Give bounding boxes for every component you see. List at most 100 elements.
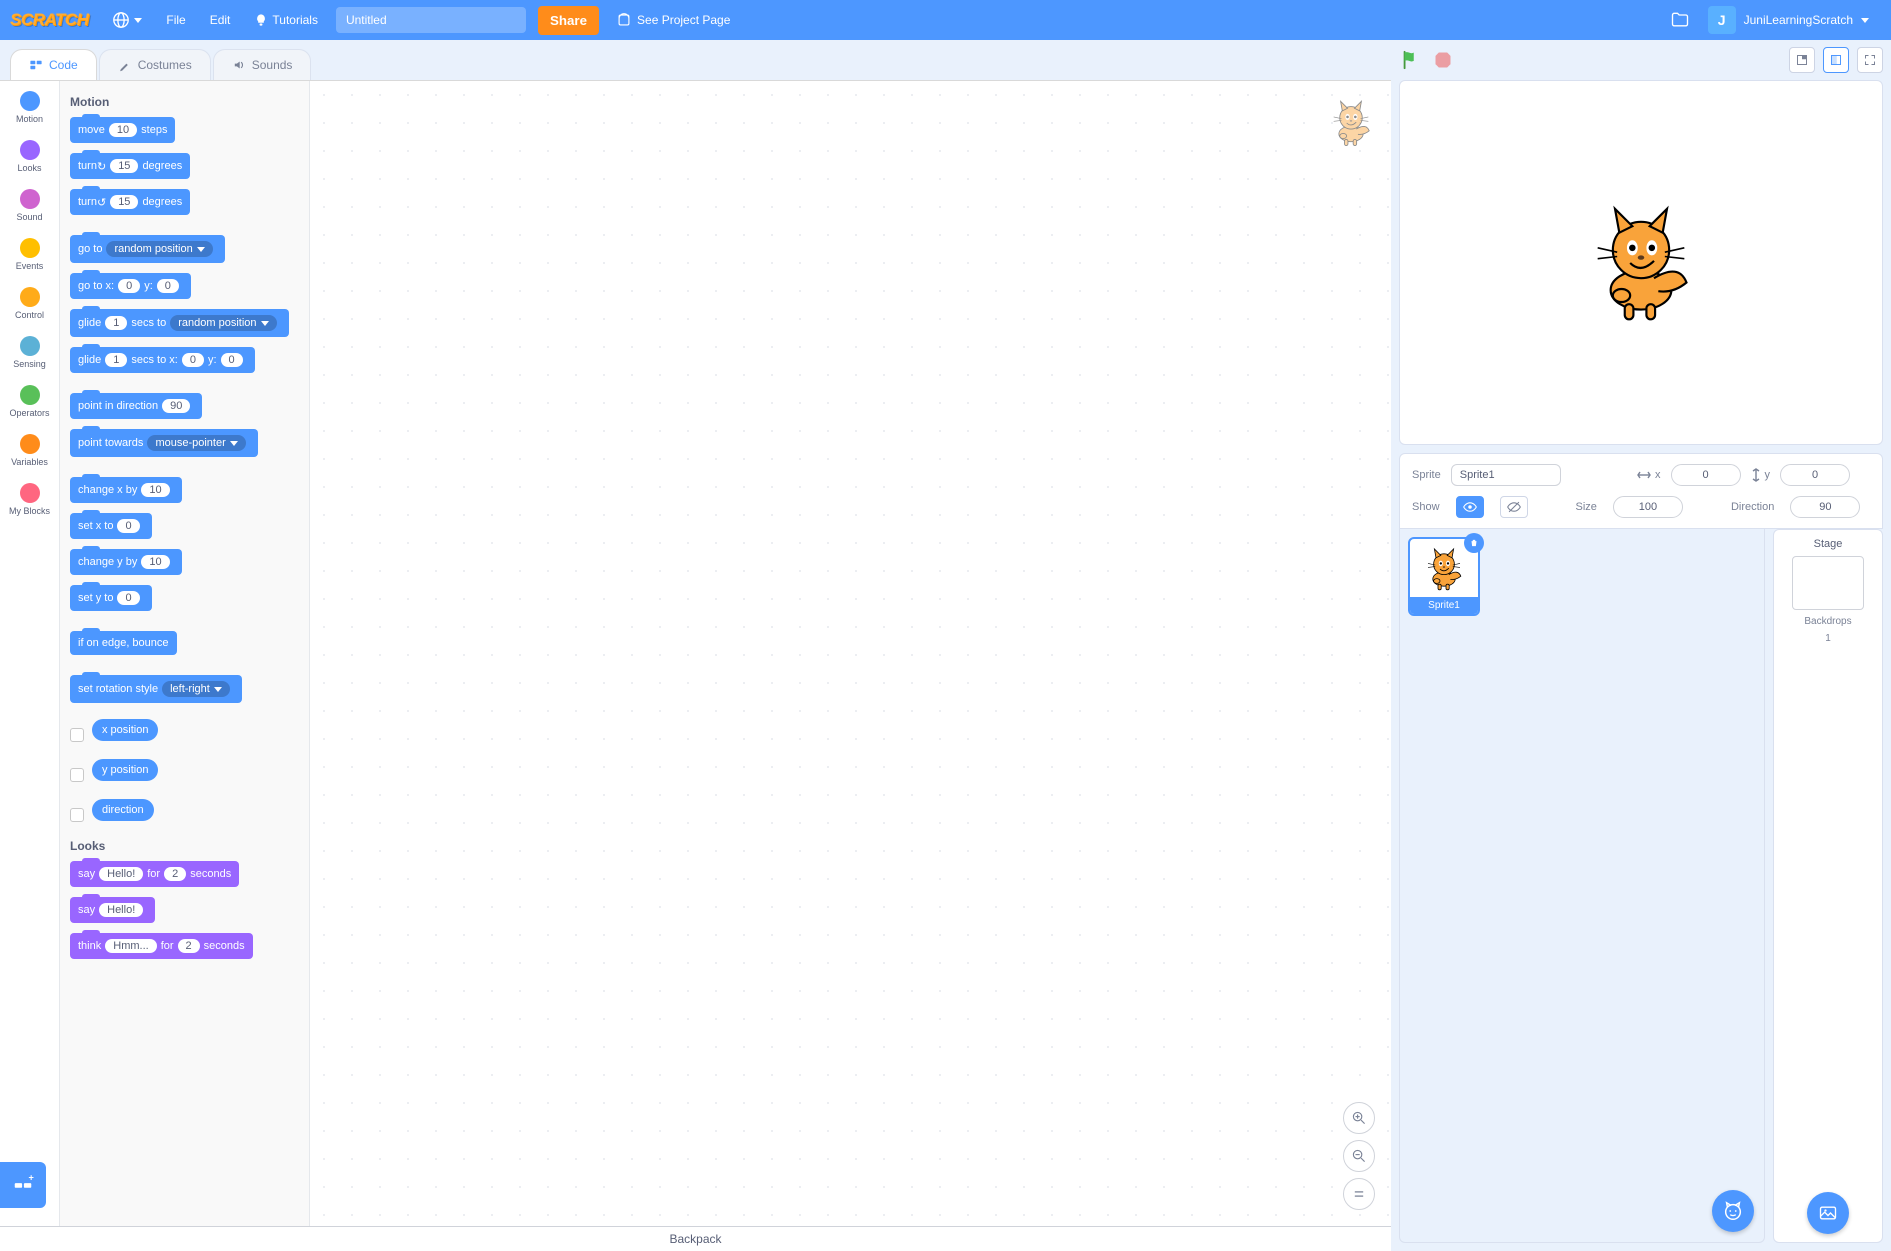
category-operators[interactable]: Operators [0,381,59,422]
category-control[interactable]: Control [0,283,59,324]
block-set-y[interactable]: set y to0 [70,585,152,611]
x-arrow-icon [1637,470,1651,480]
checkbox-ypos[interactable] [70,768,84,782]
scratch-logo[interactable]: SCRATCH [10,10,94,30]
block-set-rotation-style[interactable]: set rotation styleleft-right [70,675,242,703]
block-turn-cw[interactable]: turn ↻ 15degrees [70,153,190,179]
sprite-name-label: Sprite [1412,469,1441,481]
show-sprite-button[interactable] [1456,496,1484,518]
fullscreen-icon [1864,54,1876,66]
script-canvas[interactable] [310,81,1391,1226]
add-sprite-button[interactable] [1712,1190,1754,1232]
backpack-bar[interactable]: Backpack [0,1226,1391,1251]
username: JuniLearningScratch [1744,13,1853,27]
stage-selector[interactable]: Stage Backdrops 1 [1773,529,1883,1243]
zoom-reset-button[interactable] [1343,1178,1375,1210]
stage-sprite-cat[interactable] [1586,198,1696,328]
block-move-steps[interactable]: move10steps [70,117,175,143]
share-button[interactable]: Share [538,6,599,35]
editor-tabs: Code Costumes Sounds [0,40,1391,80]
stage-thumbnail[interactable] [1792,556,1864,610]
block-goto[interactable]: go torandom position [70,235,225,263]
category-sensing[interactable]: Sensing [0,332,59,373]
sprite-thumbnail [1422,545,1466,593]
hide-sprite-button[interactable] [1500,496,1528,518]
fullscreen-button[interactable] [1857,47,1883,73]
category-sound[interactable]: Sound [0,185,59,226]
svg-text:+: + [29,1174,34,1182]
user-avatar: J [1708,6,1736,34]
block-say-secs[interactable]: sayHello!for2seconds [70,861,239,887]
equals-icon [1352,1187,1366,1201]
block-if-edge-bounce[interactable]: if on edge, bounce [70,631,177,655]
block-turn-ccw[interactable]: turn ↺ 15degrees [70,189,190,215]
block-goto-xy[interactable]: go to x:0y:0 [70,273,191,299]
category-events[interactable]: Events [0,234,59,275]
category-dot-icon [20,238,40,258]
block-change-y[interactable]: change y by10 [70,549,182,575]
block-y-position[interactable]: y position [92,759,158,781]
category-looks[interactable]: Looks [0,136,59,177]
category-dot-icon [20,434,40,454]
green-flag-button[interactable] [1399,48,1423,72]
sprite-watermark [1329,97,1373,149]
stop-button[interactable] [1431,48,1455,72]
add-extension-button[interactable]: + [0,1162,46,1208]
category-my-blocks[interactable]: My Blocks [0,479,59,520]
stage-size-large-button[interactable] [1823,47,1849,73]
block-change-x[interactable]: change x by10 [70,477,182,503]
stage-header [1391,40,1891,80]
block-point-direction[interactable]: point in direction90 [70,393,202,419]
sprite-y-input[interactable] [1780,464,1850,486]
image-icon [1818,1203,1838,1223]
block-glide-xy[interactable]: glide1secs to x:0y:0 [70,347,255,373]
language-menu[interactable] [106,7,148,33]
checkbox-direction[interactable] [70,808,84,822]
stage[interactable] [1399,80,1883,445]
project-title-input[interactable] [336,7,526,33]
checkbox-xpos[interactable] [70,728,84,742]
category-dot-icon [20,385,40,405]
sprite-x-input[interactable] [1671,464,1741,486]
zoom-in-button[interactable] [1343,1102,1375,1134]
sound-icon [232,58,246,72]
green-flag-icon [1400,49,1422,71]
sprite-tile-sprite1[interactable]: Sprite1 [1408,537,1480,616]
category-motion[interactable]: Motion [0,87,59,128]
block-glide-to[interactable]: glide1secs torandom position [70,309,289,337]
block-palette[interactable]: Motion move10steps turn ↻ 15degrees turn… [60,81,310,1226]
sprite-name-input[interactable] [1451,464,1561,486]
category-variables[interactable]: Variables [0,430,59,471]
delete-sprite-button[interactable] [1464,533,1484,553]
category-header-looks: Looks [70,839,299,853]
globe-icon [112,11,130,29]
file-menu[interactable]: File [160,9,191,31]
brush-icon [118,58,132,72]
tab-code[interactable]: Code [10,49,97,80]
edit-menu[interactable]: Edit [204,9,237,31]
zoom-out-icon [1352,1149,1366,1163]
category-header-motion: Motion [70,95,299,109]
sprite-size-input[interactable] [1613,496,1683,518]
see-project-page-button[interactable]: See Project Page [611,9,736,31]
block-direction[interactable]: direction [92,799,154,821]
zoom-out-button[interactable] [1343,1140,1375,1172]
sprite-tile-label: Sprite1 [1410,597,1478,614]
block-point-towards[interactable]: point towardsmouse-pointer [70,429,258,457]
block-x-position[interactable]: x position [92,719,158,741]
stage-size-small-button[interactable] [1789,47,1815,73]
block-think-secs[interactable]: thinkHmm...for2seconds [70,933,253,959]
block-say[interactable]: sayHello! [70,897,155,923]
add-backdrop-button[interactable] [1807,1192,1849,1234]
tab-costumes[interactable]: Costumes [99,49,211,80]
sprite-direction-input[interactable] [1790,496,1860,518]
block-set-x[interactable]: set x to0 [70,513,152,539]
extension-icon: + [12,1174,34,1196]
account-menu[interactable]: J JuniLearningScratch [1708,6,1869,34]
my-stuff-button[interactable] [1664,6,1696,34]
direction-label: Direction [1731,501,1774,513]
tab-sounds[interactable]: Sounds [213,49,312,80]
sprite-list[interactable]: Sprite1 [1399,529,1765,1243]
tutorials-button[interactable]: Tutorials [248,9,324,31]
cat-face-icon [1722,1200,1744,1222]
